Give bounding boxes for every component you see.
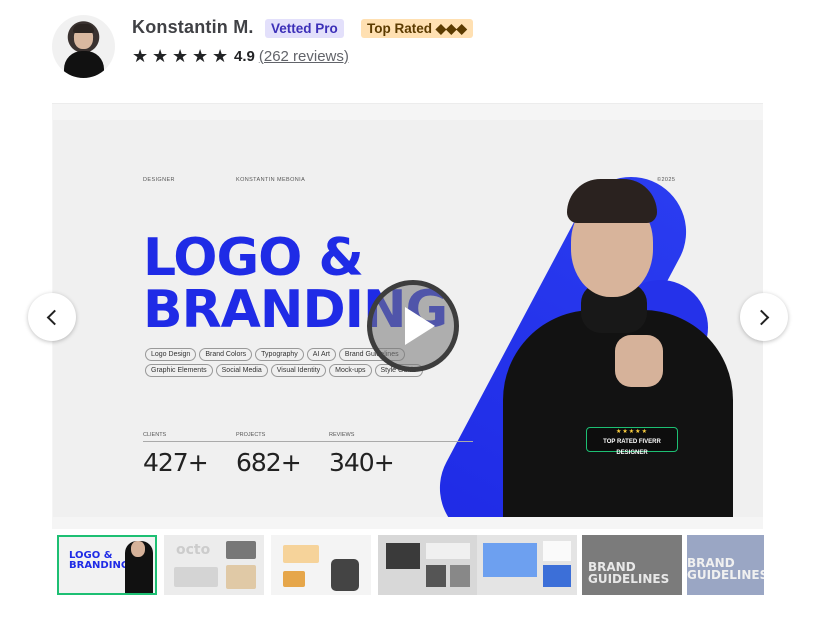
- gallery: DESIGNER KONSTANTIN MEBONIA ©2025 LOGO &…: [52, 103, 763, 529]
- reviews-link[interactable]: (262 reviews): [259, 48, 349, 65]
- skill-chip: Graphic Elements: [145, 364, 213, 377]
- chevron-left-icon: [46, 309, 63, 325]
- thumbnail-label: BRAND GUIDELINES: [588, 560, 670, 586]
- designer-name-label: KONSTANTIN MEBONIA: [236, 177, 306, 183]
- skill-chip: Social Media: [215, 364, 268, 377]
- stats-divider: [143, 441, 473, 442]
- thumbnail[interactable]: [271, 535, 371, 595]
- star-icon: ★: [152, 46, 169, 66]
- stat-label: CLIENTS: [143, 432, 167, 438]
- thumbnail[interactable]: LOGO & BRANDING: [57, 535, 157, 595]
- thumbnail-strip: LOGO & BRANDING octo BRAND GUIDELINES BR…: [57, 535, 764, 595]
- stat-value: 682+: [236, 448, 302, 477]
- previous-slide-button[interactable]: [28, 293, 76, 341]
- headline-logo: LOGO &: [143, 228, 364, 288]
- thumbnail[interactable]: BRAND GUIDELINES: [582, 535, 682, 595]
- thumbnail[interactable]: BRAND GUIDELINES: [687, 535, 764, 595]
- rating-stars: ★ ★ ★ ★ ★: [132, 47, 231, 65]
- badge-stars: ★★★★★: [616, 429, 648, 435]
- skill-chip: AI Art: [306, 348, 336, 361]
- thumbnail-label: octo: [176, 542, 211, 558]
- badge-text: TOP RATED FIVERR DESIGNER: [603, 439, 661, 456]
- play-button[interactable]: [367, 280, 459, 372]
- star-icon: ★: [192, 46, 209, 66]
- thumbnail[interactable]: [378, 535, 478, 595]
- play-icon: [405, 307, 435, 345]
- chevron-right-icon: [753, 309, 770, 325]
- stat-label: REVIEWS: [329, 432, 355, 438]
- star-icon: ★: [172, 46, 189, 66]
- rating-score: 4.9: [234, 47, 255, 65]
- designer-photo: [493, 175, 743, 517]
- skill-chip: Logo Design: [145, 348, 197, 361]
- stat-value: 340+: [329, 448, 395, 477]
- main-slide[interactable]: DESIGNER KONSTANTIN MEBONIA ©2025 LOGO &…: [53, 120, 763, 517]
- next-slide-button[interactable]: [740, 293, 788, 341]
- seller-header: Konstantin M. Vetted Pro Top Rated ◆◆◆ ★…: [52, 15, 752, 79]
- designer-label: DESIGNER: [143, 177, 175, 183]
- thumbnail-label: BRAND GUIDELINES: [687, 556, 764, 582]
- avatar[interactable]: [52, 15, 115, 78]
- skill-chip: Visual Identity: [270, 364, 327, 377]
- thumbnail[interactable]: octo: [164, 535, 264, 595]
- stat-label: PROJECTS: [236, 432, 266, 438]
- star-icon: ★: [212, 46, 229, 66]
- thumbnail-label: LOGO & BRANDING: [69, 550, 130, 571]
- vetted-pro-badge: Vetted Pro: [265, 19, 344, 38]
- thumbnail[interactable]: [477, 535, 577, 595]
- skill-chip: Mock-ups: [329, 364, 372, 377]
- fiverr-badge: ★★★★★ TOP RATED FIVERR DESIGNER: [586, 427, 678, 456]
- skill-chip: Typography: [255, 348, 304, 361]
- seller-name[interactable]: Konstantin M.: [132, 17, 254, 38]
- stat-value: 427+: [143, 448, 209, 477]
- top-rated-badge: Top Rated ◆◆◆: [361, 19, 473, 38]
- rating-row: ★ ★ ★ ★ ★ 4.9 (262 reviews): [132, 46, 349, 66]
- skill-chip: Brand Colors: [199, 348, 253, 361]
- star-icon: ★: [132, 46, 149, 66]
